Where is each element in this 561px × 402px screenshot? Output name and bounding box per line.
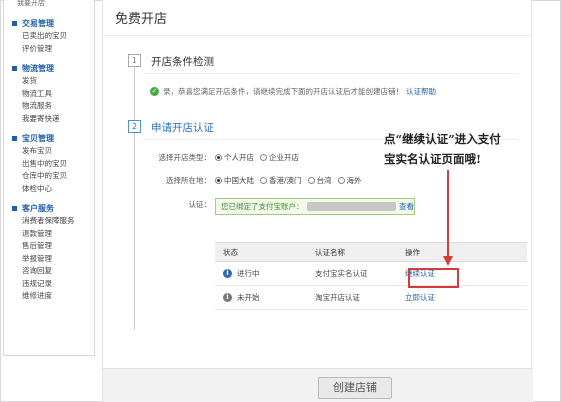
annotation-callout: 点“继续认证”进入支付 宝实名认证页面哦! bbox=[384, 129, 544, 169]
annotation-arrow-icon bbox=[443, 170, 453, 266]
annotation-line-1: 点“继续认证”进入支付 bbox=[384, 132, 501, 146]
annotation-line-2: 宝实名认证页面哦! bbox=[384, 152, 482, 166]
